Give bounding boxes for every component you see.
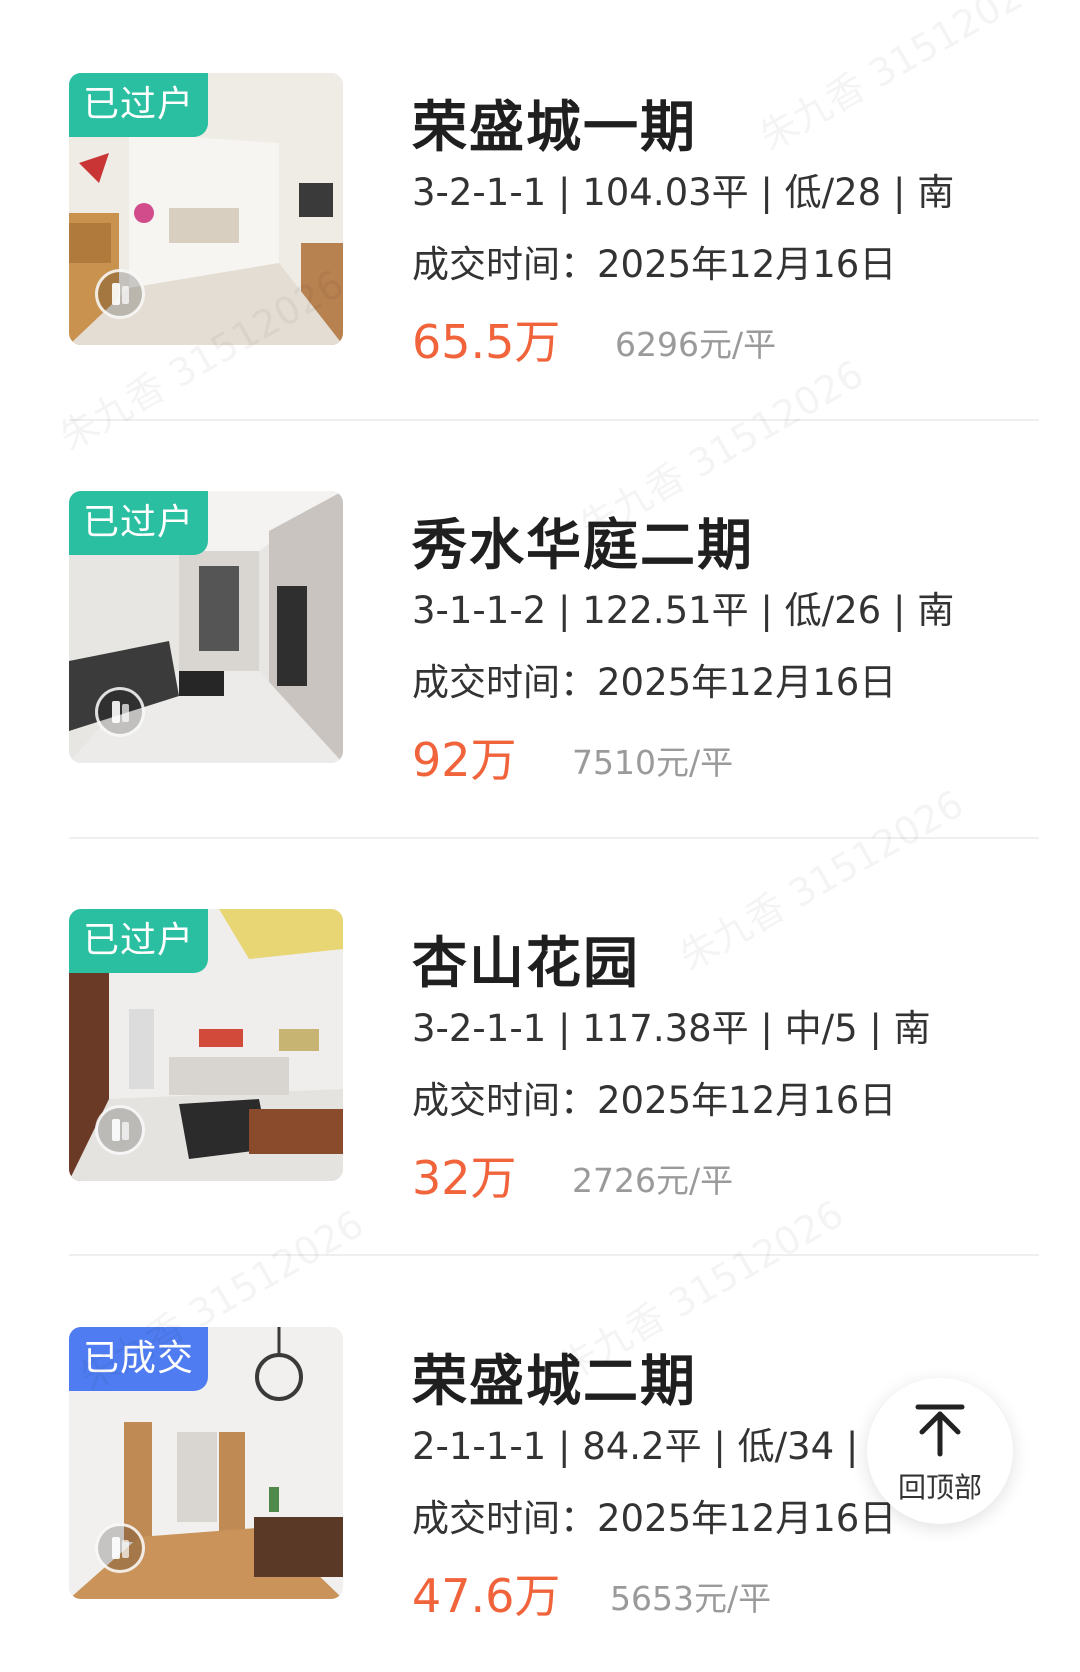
listing-card[interactable]: 已过户 秀水华庭二期 3-1-1-2 | 122.51平 | 低/26 | 南 … — [0, 418, 1080, 836]
status-tag: 已过户 — [69, 491, 209, 555]
total-price: 47.6万 — [412, 1569, 561, 1623]
vr-tour-icon[interactable] — [95, 687, 145, 737]
back-to-top-button[interactable]: 回顶部 — [867, 1378, 1013, 1524]
arrow-up-icon — [915, 1404, 965, 1457]
deal-date: 成交时间：2025年12月16日 — [412, 1497, 897, 1540]
vr-tour-icon[interactable] — [95, 1523, 145, 1573]
deal-date: 成交时间：2025年12月16日 — [412, 243, 897, 286]
back-to-top-label: 回顶部 — [897, 1471, 982, 1504]
status-tag: 已过户 — [69, 909, 209, 973]
total-price: 92万 — [412, 733, 517, 787]
total-price: 32万 — [412, 1151, 517, 1205]
listing-photo[interactable]: 已过户 — [69, 491, 343, 763]
listing-photo[interactable]: 已过户 — [69, 73, 343, 345]
listing-card[interactable]: 已过户 荣盛城一期 3-2-1-1 | 104.03平 | 低/28 | 南 成… — [0, 0, 1080, 418]
listing-card[interactable]: 已过户 杏山花园 3-2-1-1 | 117.38平 | 中/5 | 南 成交时… — [0, 836, 1080, 1254]
status-tag: 已成交 — [69, 1327, 209, 1391]
listing-photo[interactable]: 已过户 — [69, 909, 343, 1181]
total-price: 65.5万 — [412, 315, 561, 369]
listing-name[interactable]: 荣盛城二期 — [412, 1336, 697, 1416]
listing-specs: 3-2-1-1 | 104.03平 | 低/28 | 南 — [412, 171, 955, 214]
vr-tour-icon[interactable] — [95, 1105, 145, 1155]
unit-price: 7510元/平 — [572, 743, 734, 782]
listing-specs: 2-1-1-1 | 84.2平 | 低/34 | 南 — [412, 1425, 908, 1468]
listing-name[interactable]: 秀水华庭二期 — [412, 500, 754, 580]
listing-name[interactable]: 荣盛城一期 — [412, 82, 697, 162]
unit-price: 6296元/平 — [615, 325, 777, 364]
deal-date: 成交时间：2025年12月16日 — [412, 1079, 897, 1122]
vr-tour-icon[interactable] — [95, 269, 145, 319]
listing-specs: 3-1-1-2 | 122.51平 | 低/26 | 南 — [412, 589, 955, 632]
unit-price: 5653元/平 — [610, 1579, 772, 1618]
listing-name[interactable]: 杏山花园 — [412, 918, 640, 998]
listing-photo[interactable]: 已成交 — [69, 1327, 343, 1599]
status-tag: 已过户 — [69, 73, 209, 137]
deal-date: 成交时间：2025年12月16日 — [412, 661, 897, 704]
listing-specs: 3-2-1-1 | 117.38平 | 中/5 | 南 — [412, 1007, 931, 1050]
unit-price: 2726元/平 — [572, 1161, 734, 1200]
